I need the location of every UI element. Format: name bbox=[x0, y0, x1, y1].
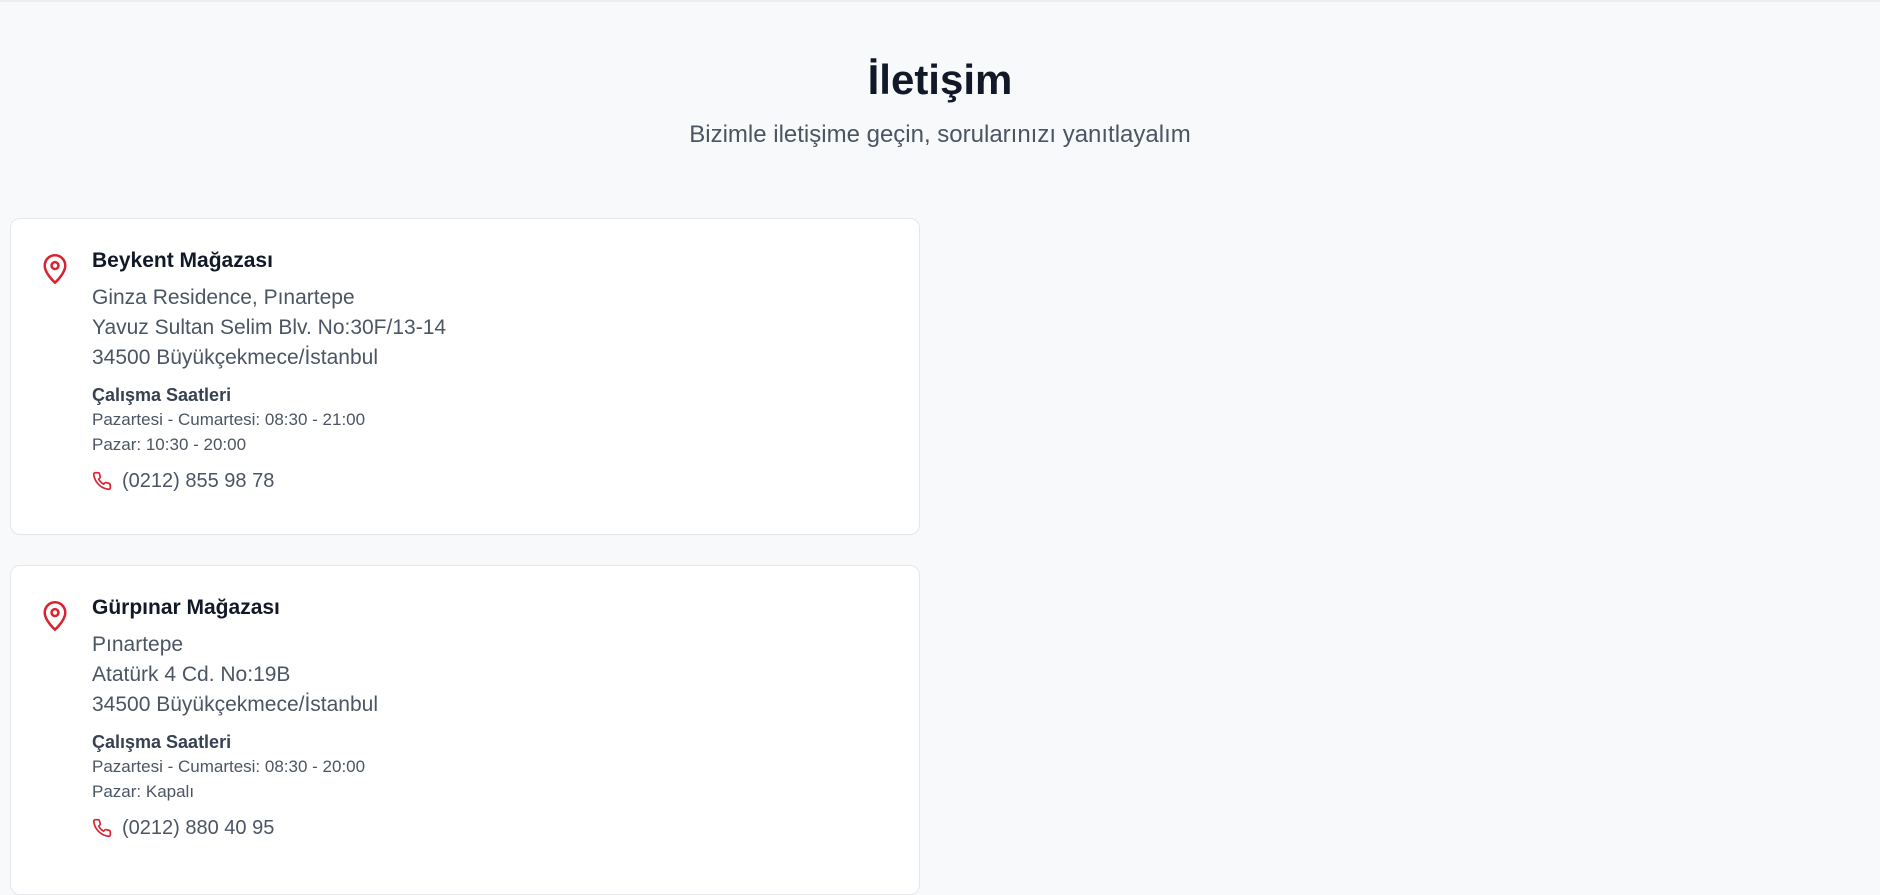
address-line: 34500 Büyükçekmece/İstanbul bbox=[92, 693, 379, 716]
working-hours-line: Pazartesi - Cumartesi: 08:30 - 20:00 bbox=[92, 757, 366, 776]
store-card-beykent: Beykent Mağazası Ginza Residence, Pınart… bbox=[10, 218, 920, 535]
store-card-gurpinar: Gürpınar Mağazası Pınartepe Atatürk 4 Cd… bbox=[10, 565, 920, 895]
phone-link[interactable]: (0212) 855 98 78 bbox=[92, 467, 899, 495]
working-hours: Çalışma Saatleri Pazartesi - Cumartesi: … bbox=[92, 730, 899, 804]
working-hours-title: Çalışma Saatleri bbox=[92, 732, 232, 752]
page-title: İletişim bbox=[867, 56, 1013, 103]
phone-icon bbox=[92, 818, 112, 838]
address-line: Pınartepe bbox=[92, 633, 184, 656]
store-address: Pınartepe Atatürk 4 Cd. No:19B 34500 Büy… bbox=[92, 630, 899, 720]
address-line: Yavuz Sultan Selim Blv. No:30F/13-14 bbox=[92, 316, 447, 339]
store-name: Gürpınar Mağazası bbox=[92, 596, 280, 619]
map-pin-icon bbox=[43, 254, 67, 284]
map-pin-icon bbox=[43, 601, 67, 631]
working-hours-line: Pazartesi - Cumartesi: 08:30 - 21:00 bbox=[92, 410, 366, 429]
working-hours-line: Pazar: 10:30 - 20:00 bbox=[92, 435, 247, 454]
store-details: Beykent Mağazası Ginza Residence, Pınart… bbox=[92, 247, 899, 495]
working-hours: Çalışma Saatleri Pazartesi - Cumartesi: … bbox=[92, 383, 899, 457]
address-line: Atatürk 4 Cd. No:19B bbox=[92, 663, 291, 686]
phone-icon bbox=[92, 471, 112, 491]
working-hours-title: Çalışma Saatleri bbox=[92, 385, 232, 405]
top-divider bbox=[0, 0, 1880, 2]
address-line: Ginza Residence, Pınartepe bbox=[92, 286, 355, 309]
working-hours-line: Pazar: Kapalı bbox=[92, 782, 195, 801]
phone-number[interactable]: (0212) 880 40 95 bbox=[122, 814, 274, 842]
store-details: Gürpınar Mağazası Pınartepe Atatürk 4 Cd… bbox=[92, 594, 899, 842]
store-name: Beykent Mağazası bbox=[92, 249, 273, 272]
phone-link[interactable]: (0212) 880 40 95 bbox=[92, 814, 899, 842]
page-subtitle: Bizimle iletişime geçin, sorularınızı ya… bbox=[689, 121, 1191, 148]
page-header: İletişim Bizimle iletişime geçin, sorula… bbox=[0, 52, 1880, 152]
address-line: 34500 Büyükçekmece/İstanbul bbox=[92, 346, 379, 369]
phone-number[interactable]: (0212) 855 98 78 bbox=[122, 467, 274, 495]
store-address: Ginza Residence, Pınartepe Yavuz Sultan … bbox=[92, 283, 899, 373]
